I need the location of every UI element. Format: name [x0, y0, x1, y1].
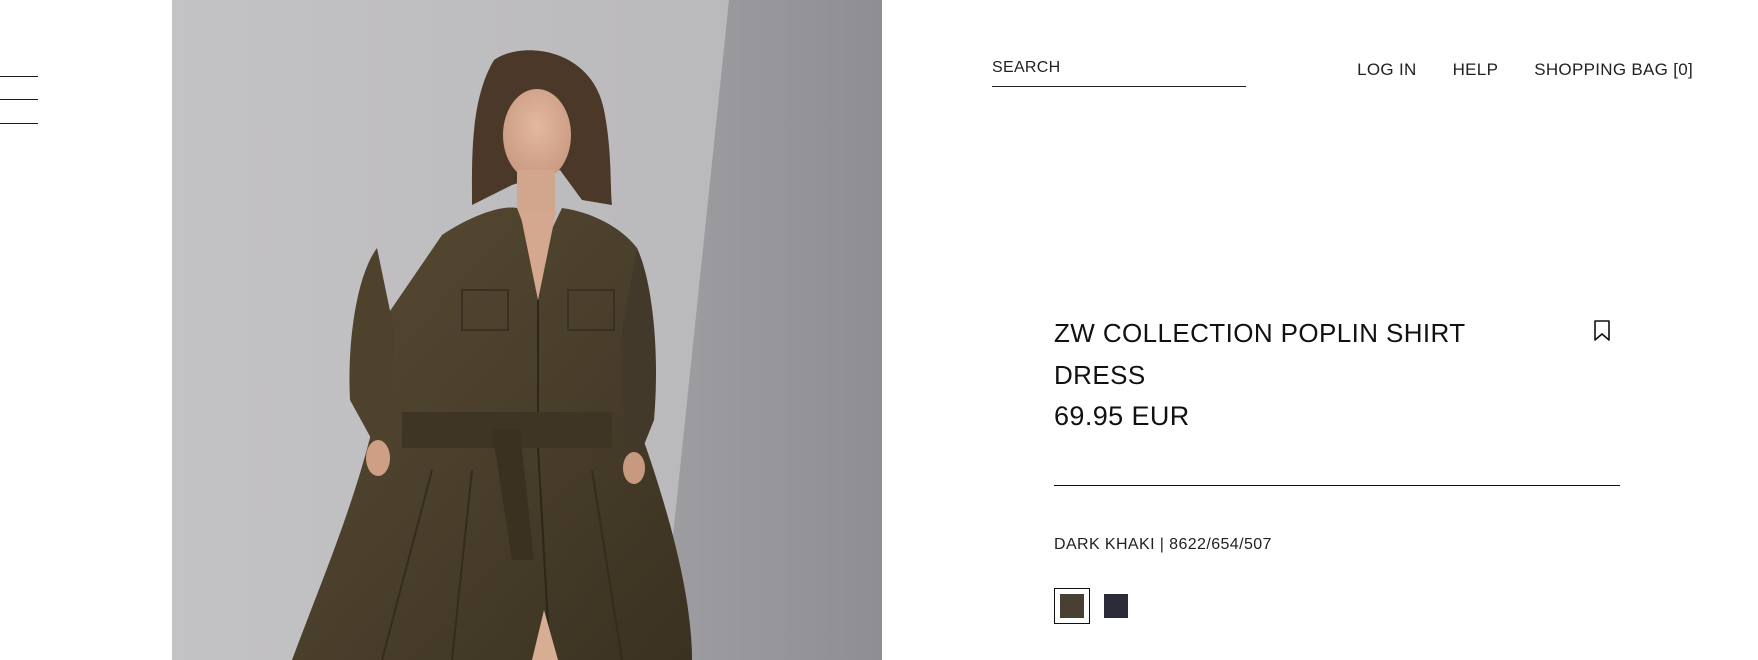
- color-swatches: [1054, 588, 1134, 624]
- top-nav: LOG IN HELP SHOPPING BAG [0]: [1357, 60, 1693, 80]
- hamburger-menu-icon[interactable]: [0, 76, 38, 126]
- shopping-bag-link[interactable]: SHOPPING BAG [0]: [1534, 60, 1693, 80]
- search-input[interactable]: [992, 54, 1246, 82]
- search-field[interactable]: [992, 54, 1246, 87]
- swatch-navy-wrapper[interactable]: [1098, 588, 1134, 624]
- bookmark-icon[interactable]: [1592, 319, 1614, 343]
- product-page: LOG IN HELP SHOPPING BAG [0] ZW COLLECTI…: [0, 0, 1758, 660]
- swatch-dark-khaki-wrapper[interactable]: [1054, 588, 1090, 624]
- divider: [1054, 485, 1620, 486]
- login-link[interactable]: LOG IN: [1357, 60, 1416, 80]
- product-price: 69.95 EUR: [1054, 401, 1190, 431]
- color-and-reference: DARK KHAKI | 8622/654/507: [1054, 536, 1272, 553]
- product-title: ZW COLLECTION POPLIN SHIRT DRESS: [1054, 318, 1466, 390]
- swatch-dark-khaki[interactable]: [1060, 594, 1084, 618]
- product-info: ZW COLLECTION POPLIN SHIRT DRESS 69.95 E…: [1054, 312, 1620, 624]
- help-link[interactable]: HELP: [1453, 60, 1499, 80]
- product-image: [172, 0, 882, 660]
- swatch-navy[interactable]: [1104, 594, 1128, 618]
